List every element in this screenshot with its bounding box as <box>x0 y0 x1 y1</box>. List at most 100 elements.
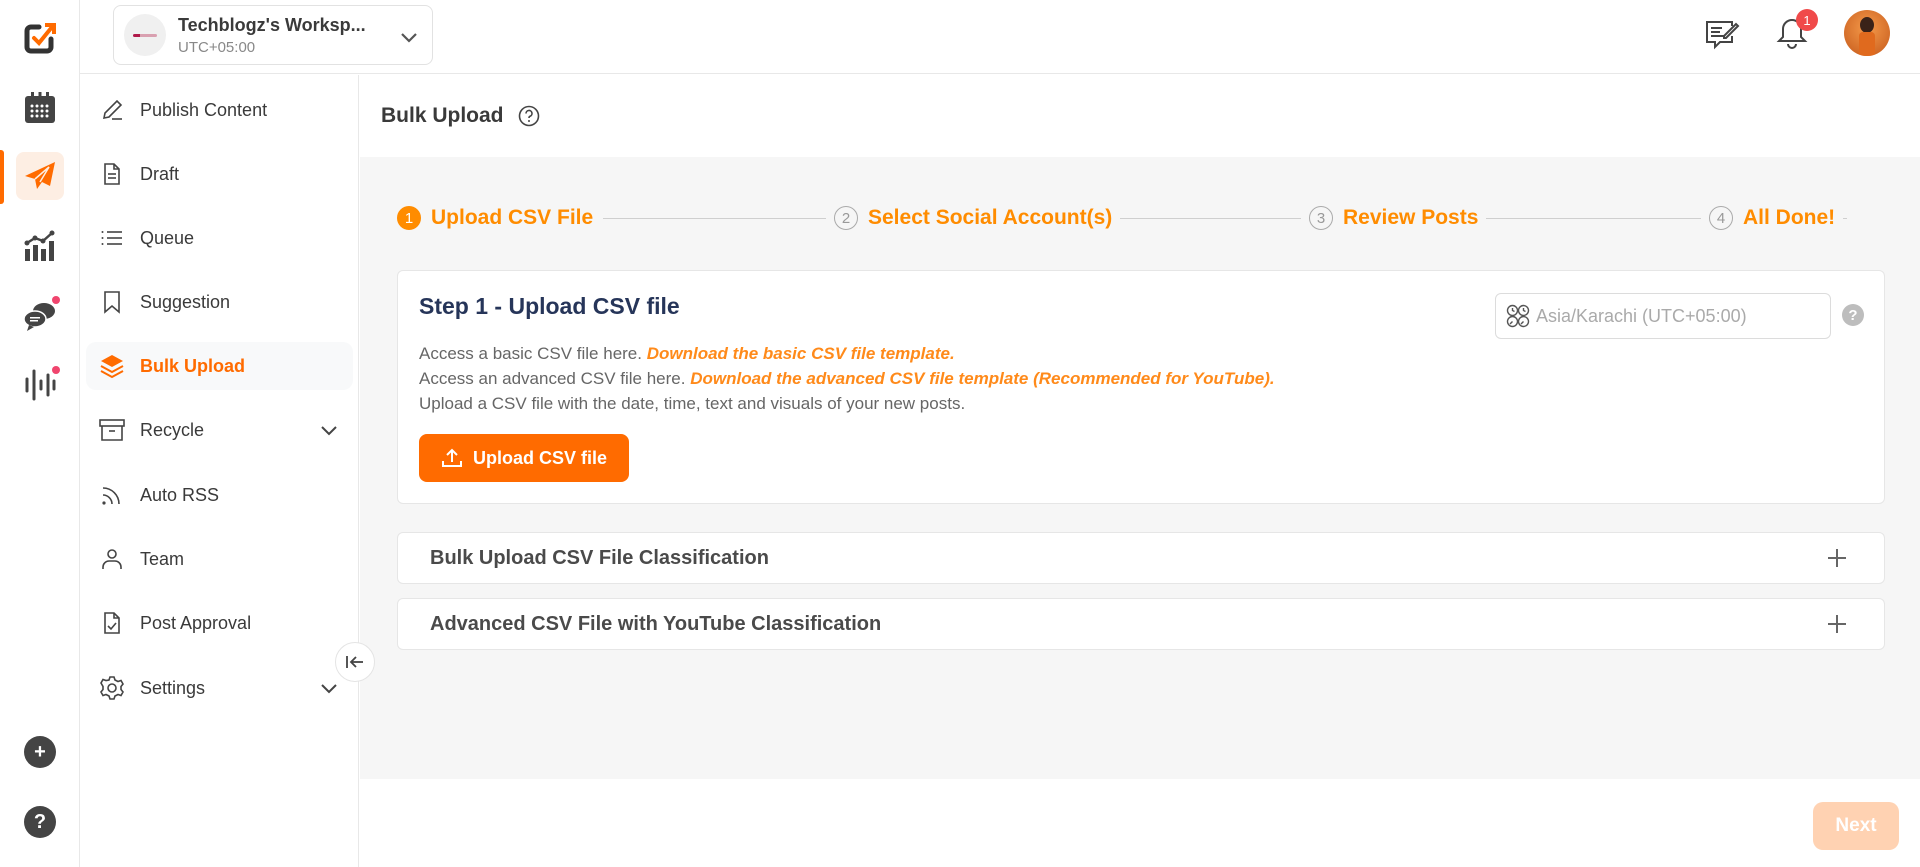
step-label: Select Social Account(s) <box>868 206 1113 229</box>
step-number: 3 <box>1309 206 1333 230</box>
sidebar-item-suggestion[interactable]: Suggestion <box>86 278 353 326</box>
step-number: 4 <box>1709 206 1733 230</box>
chevron-down-icon <box>401 33 417 43</box>
chevron-down-icon <box>321 684 337 694</box>
step-2: 2 Select Social Account(s) <box>826 203 1121 233</box>
sidebar-item-label: Recycle <box>140 419 205 440</box>
stepper: 1 Upload CSV File 2 Select Social Accoun… <box>397 203 1920 233</box>
sidebar: Publish Content Draft Queue Suggestion B… <box>80 75 359 867</box>
document-check-icon <box>104 612 120 634</box>
sidebar-item-label: Publish Content <box>140 99 268 120</box>
accordion-bulk-upload-classification[interactable]: Bulk Upload CSV File Classification <box>397 532 1885 584</box>
sidebar-item-label: Queue <box>140 227 195 248</box>
sidebar-item-label: Draft <box>140 163 180 184</box>
basic-csv-text: Access a basic CSV file here. <box>419 344 647 363</box>
sidebar-item-label: Bulk Upload <box>140 355 246 376</box>
add-button[interactable]: + <box>24 736 56 768</box>
page-title: Bulk Upload <box>381 104 504 127</box>
upload-instructions: Upload a CSV file with the date, time, t… <box>419 394 966 413</box>
sidebar-item-label: Suggestion <box>140 291 231 312</box>
notifications-button[interactable]: 1 <box>1774 9 1818 51</box>
analytics-icon <box>24 230 55 261</box>
plus-icon <box>1828 615 1846 633</box>
app-rail: + ? <box>0 0 80 867</box>
rail-active-indicator <box>0 150 4 204</box>
user-avatar[interactable] <box>1844 10 1890 56</box>
sidebar-item-recycle[interactable]: Recycle <box>86 406 353 454</box>
document-icon <box>104 163 120 185</box>
upload-csv-button[interactable]: Upload CSV file <box>419 434 629 482</box>
accordion-advanced-youtube-classification[interactable]: Advanced CSV File with YouTube Classific… <box>397 598 1885 650</box>
workspace-switcher[interactable]: Techblogz's Worksp... UTC+05:00 <box>113 5 433 65</box>
sidebar-item-label: Post Approval <box>140 612 252 633</box>
sidebar-item-label: Settings <box>140 677 206 698</box>
user-icon <box>102 549 122 569</box>
step-label: Upload CSV File <box>431 206 594 229</box>
step-4: 4 All Done! <box>1701 203 1844 233</box>
sidebar-item-publish-content[interactable]: Publish Content <box>86 86 353 134</box>
accordion-title: Bulk Upload CSV File Classification <box>430 546 769 569</box>
sidebar-item-post-approval[interactable]: Post Approval <box>86 599 353 647</box>
next-button[interactable]: Next <box>1813 802 1899 850</box>
sidebar-item-settings[interactable]: Settings <box>86 664 353 712</box>
chat-bubbles-icon <box>23 303 55 331</box>
sidebar-item-team[interactable]: Team <box>86 535 353 583</box>
sidebar-item-label: Team <box>140 548 185 569</box>
workspace-name: Techblogz's Worksp... <box>178 14 366 35</box>
calendar-icon <box>25 92 55 123</box>
sidebar-item-bulk-upload[interactable]: Bulk Upload <box>86 342 353 390</box>
bookmark-icon <box>104 291 120 314</box>
timezone-select[interactable]: Asia/Karachi (UTC+05:00) <box>1495 293 1831 339</box>
upload-csv-label: Upload CSV file <box>472 447 607 468</box>
workspace-timezone: UTC+05:00 <box>178 38 256 56</box>
layers-icon <box>100 355 124 379</box>
workspace-logo <box>124 14 166 56</box>
help-circle-icon[interactable] <box>518 105 540 127</box>
composer-button[interactable] <box>1704 15 1740 51</box>
step-number: 2 <box>834 206 858 230</box>
card-title: Step 1 - Upload CSV file <box>419 293 680 319</box>
sidebar-item-label: Auto RSS <box>140 484 220 505</box>
page-header: Bulk Upload <box>360 75 1920 157</box>
compose-message-icon <box>1706 21 1740 50</box>
timezone-help-icon[interactable]: ? <box>1842 304 1864 326</box>
sidebar-item-draft[interactable]: Draft <box>86 150 353 198</box>
question-icon: ? <box>33 810 47 833</box>
upload-card: Step 1 - Upload CSV file Access a basic … <box>397 270 1885 504</box>
chevron-down-icon <box>321 426 337 436</box>
content-area: 1 Upload CSV File 2 Select Social Accoun… <box>360 157 1920 779</box>
rss-icon <box>102 487 120 505</box>
top-bar: Techblogz's Worksp... UTC+05:00 1 <box>80 0 1920 74</box>
sidebar-item-auto-rss[interactable]: Auto RSS <box>86 471 353 519</box>
paper-plane-icon <box>25 162 55 189</box>
collapse-sidebar-button[interactable] <box>335 642 375 682</box>
step-3: 3 Review Posts <box>1301 203 1487 233</box>
step-label: Review Posts <box>1343 206 1479 229</box>
app-logo-icon <box>24 23 56 54</box>
app-logo[interactable] <box>16 14 64 62</box>
rail-publisher[interactable] <box>16 152 64 200</box>
plus-icon <box>1828 549 1846 567</box>
gear-icon <box>100 676 124 700</box>
plus-icon: + <box>34 740 46 763</box>
listening-notification-dot <box>52 366 60 374</box>
basic-template-link[interactable]: Download the basic CSV file template. <box>647 344 955 363</box>
advanced-template-link[interactable]: Download the advanced CSV file template … <box>690 369 1274 388</box>
inbox-notification-dot <box>52 296 60 304</box>
pencil-icon <box>102 99 123 120</box>
rail-analytics[interactable] <box>16 222 64 270</box>
step-label: All Done! <box>1743 206 1836 229</box>
help-button[interactable]: ? <box>24 806 56 838</box>
list-icon <box>101 231 122 245</box>
footer: Next <box>360 779 1920 867</box>
step-1: 1 Upload CSV File <box>397 203 602 233</box>
archive-icon <box>99 419 125 441</box>
accordion-title: Advanced CSV File with YouTube Classific… <box>430 612 882 635</box>
advanced-csv-text: Access an advanced CSV file here. <box>419 369 691 388</box>
upload-icon <box>441 448 462 467</box>
notification-badge: 1 <box>1796 9 1818 31</box>
step-number: 1 <box>397 206 421 230</box>
collapse-left-icon <box>346 656 363 668</box>
rail-planner[interactable] <box>16 84 64 132</box>
sidebar-item-queue[interactable]: Queue <box>86 214 353 262</box>
